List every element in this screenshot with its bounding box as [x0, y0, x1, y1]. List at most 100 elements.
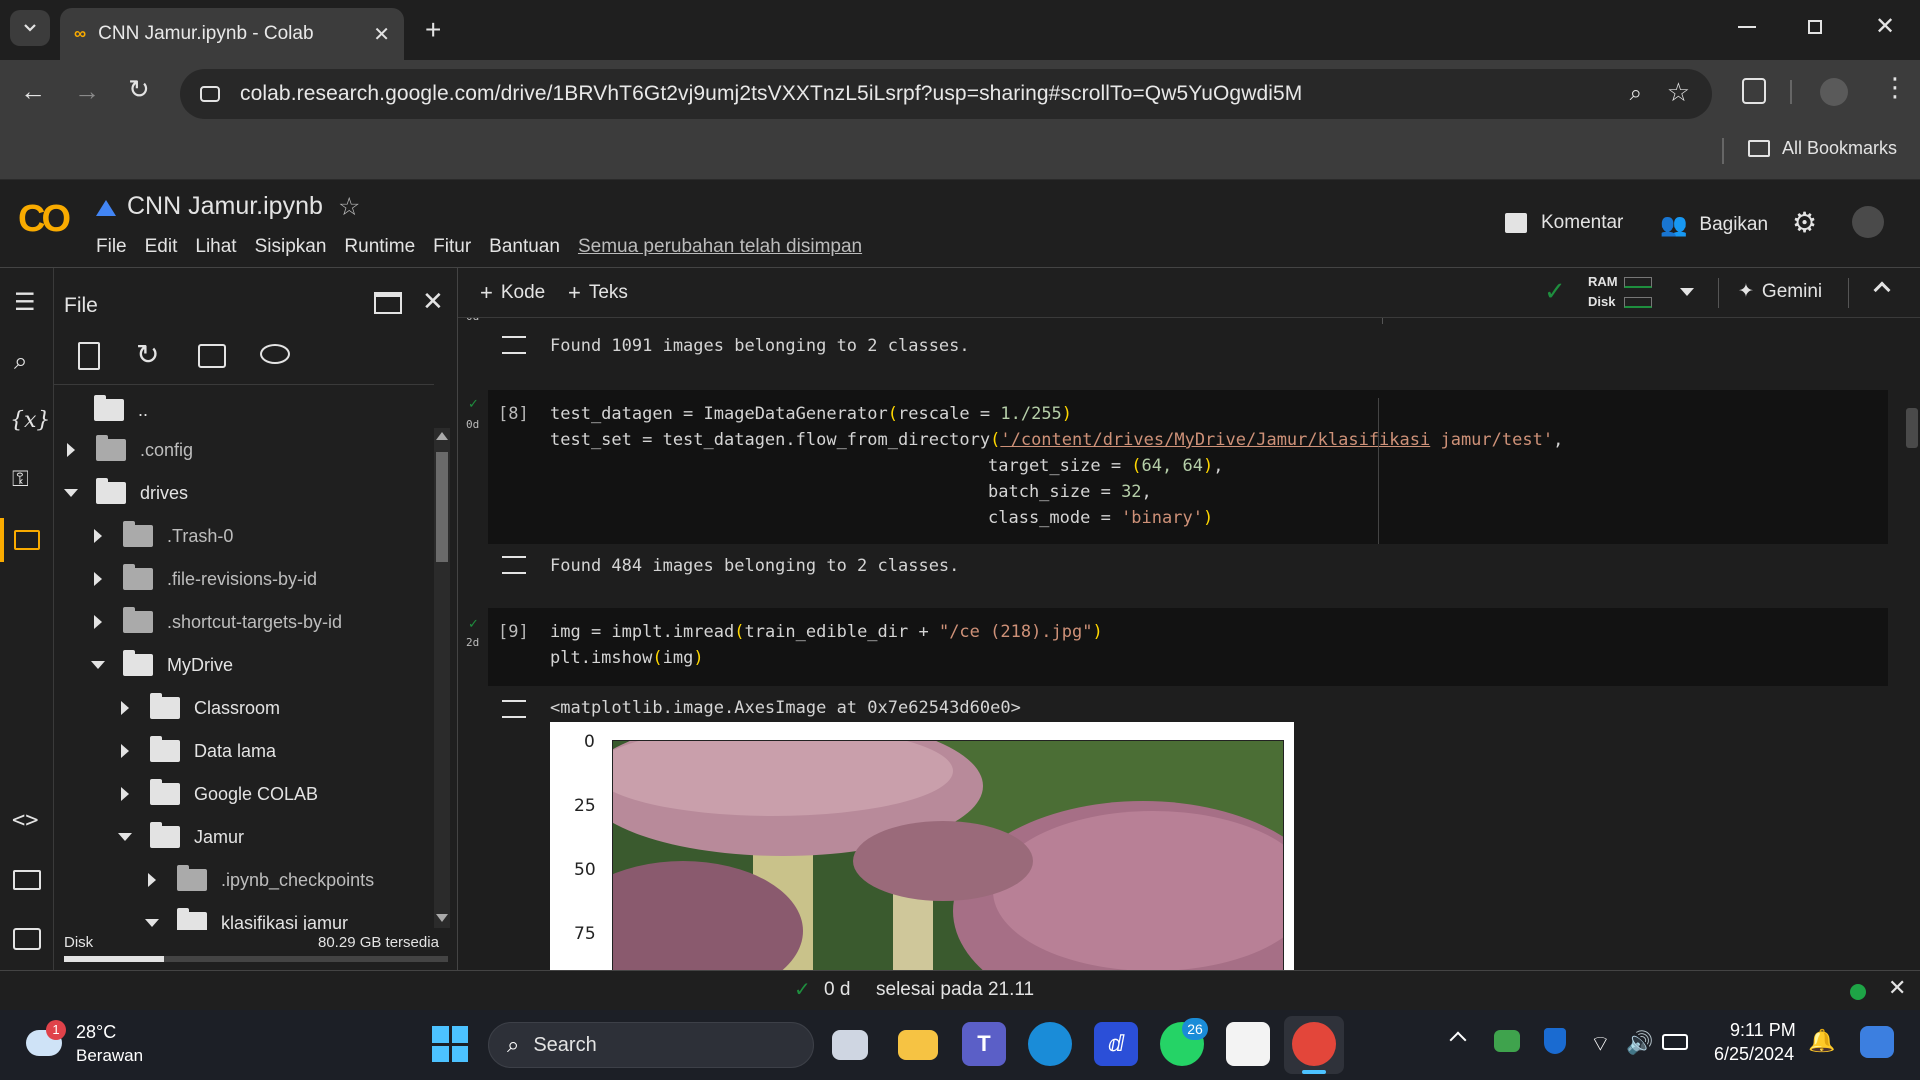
chrome-icon[interactable]: [1292, 1022, 1336, 1066]
close-tab-icon[interactable]: ✕: [373, 22, 390, 47]
variables-icon[interactable]: {x}: [10, 408, 50, 433]
code-cell[interactable]: [8] test_datagen = ImageDataGenerator(re…: [488, 390, 1888, 544]
start-windows-icon[interactable]: [432, 1026, 468, 1062]
command-palette-icon[interactable]: [13, 870, 41, 890]
extensions-icon[interactable]: [1742, 78, 1766, 104]
battery-icon[interactable]: [1662, 1034, 1688, 1050]
browser-menu-icon[interactable]: ⋮: [1882, 72, 1908, 103]
microsoft-store-icon[interactable]: [1226, 1022, 1270, 1066]
weather-widget[interactable]: 1 28°C Berawan: [26, 1020, 166, 1070]
caret-right-icon[interactable]: [121, 787, 129, 801]
file-tree-item[interactable]: Google COLAB: [118, 774, 318, 814]
close-status-icon[interactable]: ✕: [1888, 975, 1906, 1001]
app-icon[interactable]: ⅆ: [1094, 1022, 1138, 1066]
menu-help[interactable]: Bantuan: [489, 236, 560, 258]
notification-bell-icon[interactable]: 🔔: [1808, 1028, 1835, 1054]
address-bar[interactable]: colab.research.google.com/drive/1BRVhT6G…: [180, 69, 1712, 119]
close-window-button[interactable]: ✕: [1875, 12, 1895, 41]
tray-app-icon[interactable]: [1494, 1030, 1520, 1052]
caret-right-icon[interactable]: [148, 873, 156, 887]
runtime-dropdown-icon[interactable]: [1680, 288, 1694, 296]
output-toggle-icon[interactable]: [502, 556, 526, 574]
restore-window-button[interactable]: [1808, 20, 1822, 34]
saved-status-link[interactable]: Semua perubahan telah disimpan: [578, 236, 862, 258]
notebook-scrollbar-thumb[interactable]: [1906, 408, 1918, 448]
caret-right-icon[interactable]: [67, 443, 75, 457]
caret-down-icon[interactable]: [91, 661, 105, 669]
account-avatar[interactable]: [1852, 206, 1884, 238]
teams-icon[interactable]: T: [962, 1022, 1006, 1066]
upload-file-icon[interactable]: [78, 342, 100, 370]
file-tree-item[interactable]: klasifikasi jamur: [145, 903, 348, 930]
reload-button[interactable]: ↻: [128, 74, 150, 105]
menu-tools[interactable]: Fitur: [433, 236, 471, 258]
profile-avatar[interactable]: [1820, 78, 1848, 106]
code-snippets-icon[interactable]: <>: [12, 808, 39, 833]
resource-monitor[interactable]: RAM Disk: [1588, 274, 1678, 310]
security-shield-icon[interactable]: [1544, 1028, 1566, 1054]
show-hidden-eye-icon[interactable]: [260, 344, 290, 364]
clock-time[interactable]: 9:11 PM: [1730, 1020, 1796, 1041]
wifi-icon[interactable]: ⌔: [1590, 1030, 1611, 1058]
clock-date[interactable]: 6/25/2024: [1714, 1044, 1794, 1065]
bookmark-star-icon[interactable]: ☆: [1667, 77, 1690, 108]
caret-down-icon[interactable]: [145, 919, 159, 927]
colab-logo[interactable]: CO: [18, 198, 71, 241]
scrollbar-thumb[interactable]: [436, 452, 448, 562]
scroll-down-arrow[interactable]: [436, 914, 448, 922]
forward-button[interactable]: →: [74, 76, 100, 107]
search-icon[interactable]: ⌕: [14, 348, 27, 376]
menu-file[interactable]: File: [96, 236, 127, 258]
file-tree-item[interactable]: Data lama: [118, 731, 276, 771]
gemini-button[interactable]: ✦ Gemini: [1738, 280, 1822, 303]
add-code-button[interactable]: + Kode: [480, 280, 545, 306]
collapse-header-icon[interactable]: [1873, 281, 1891, 299]
share-button[interactable]: 👥 Bagikan: [1660, 212, 1768, 238]
new-tab-button[interactable]: +: [425, 14, 441, 46]
caret-down-icon[interactable]: [64, 489, 78, 497]
output-toggle-icon[interactable]: [502, 700, 526, 718]
taskbar-search-box[interactable]: ⌕ Search: [488, 1022, 814, 1068]
close-panel-icon[interactable]: ✕: [422, 286, 444, 317]
file-tree-item[interactable]: .ipynb_checkpoints: [145, 860, 374, 900]
table-of-contents-icon[interactable]: ☰: [14, 288, 36, 317]
unmount-drive-icon[interactable]: [198, 344, 226, 368]
file-tree-item[interactable]: Jamur: [118, 817, 244, 857]
terminal-icon[interactable]: [13, 928, 41, 950]
browser-tab-active[interactable]: ∞ CNN Jamur.ipynb - Colab ✕: [60, 8, 404, 60]
secrets-key-icon[interactable]: ⚿: [12, 466, 29, 492]
notebook-title[interactable]: CNN Jamur.ipynb: [127, 192, 323, 221]
edge-icon[interactable]: [1028, 1022, 1072, 1066]
all-bookmarks-button[interactable]: All Bookmarks: [1748, 138, 1897, 159]
file-tree-item[interactable]: .Trash-0: [91, 516, 233, 556]
scroll-up-arrow[interactable]: [436, 432, 448, 440]
file-tree-item[interactable]: .config: [64, 430, 193, 470]
open-in-tab-icon[interactable]: [374, 292, 402, 314]
file-tree-item[interactable]: MyDrive: [91, 645, 233, 685]
caret-right-icon[interactable]: [121, 701, 129, 715]
add-text-button[interactable]: + Teks: [568, 280, 628, 306]
parent-dir-row[interactable]: ..: [94, 390, 148, 430]
settings-gear-icon[interactable]: ⚙: [1792, 206, 1817, 239]
refresh-icon[interactable]: ↻: [136, 338, 159, 371]
minimize-window-button[interactable]: [1738, 26, 1756, 28]
zoom-icon[interactable]: ⌕: [1630, 80, 1642, 106]
output-toggle-icon[interactable]: [502, 336, 526, 354]
menu-view[interactable]: Lihat: [195, 236, 236, 258]
site-settings-icon[interactable]: [200, 86, 220, 102]
file-tree-item[interactable]: .shortcut-targets-by-id: [91, 602, 342, 642]
code-cell[interactable]: [9] img = implt.imread(train_edible_dir …: [488, 608, 1888, 686]
copilot-icon[interactable]: [1860, 1026, 1894, 1058]
comment-button[interactable]: Komentar: [1505, 212, 1623, 234]
file-tree-scrollbar[interactable]: [434, 428, 450, 928]
tab-search-button[interactable]: [10, 10, 50, 46]
folder-icon[interactable]: [14, 530, 40, 550]
file-tree-item[interactable]: drives: [64, 473, 188, 513]
caret-down-icon[interactable]: [118, 833, 132, 841]
task-view-icon[interactable]: [832, 1030, 868, 1060]
caret-right-icon[interactable]: [94, 615, 102, 629]
star-icon[interactable]: ☆: [338, 192, 360, 222]
caret-right-icon[interactable]: [121, 744, 129, 758]
caret-right-icon[interactable]: [94, 529, 102, 543]
back-button[interactable]: ←: [20, 76, 46, 107]
